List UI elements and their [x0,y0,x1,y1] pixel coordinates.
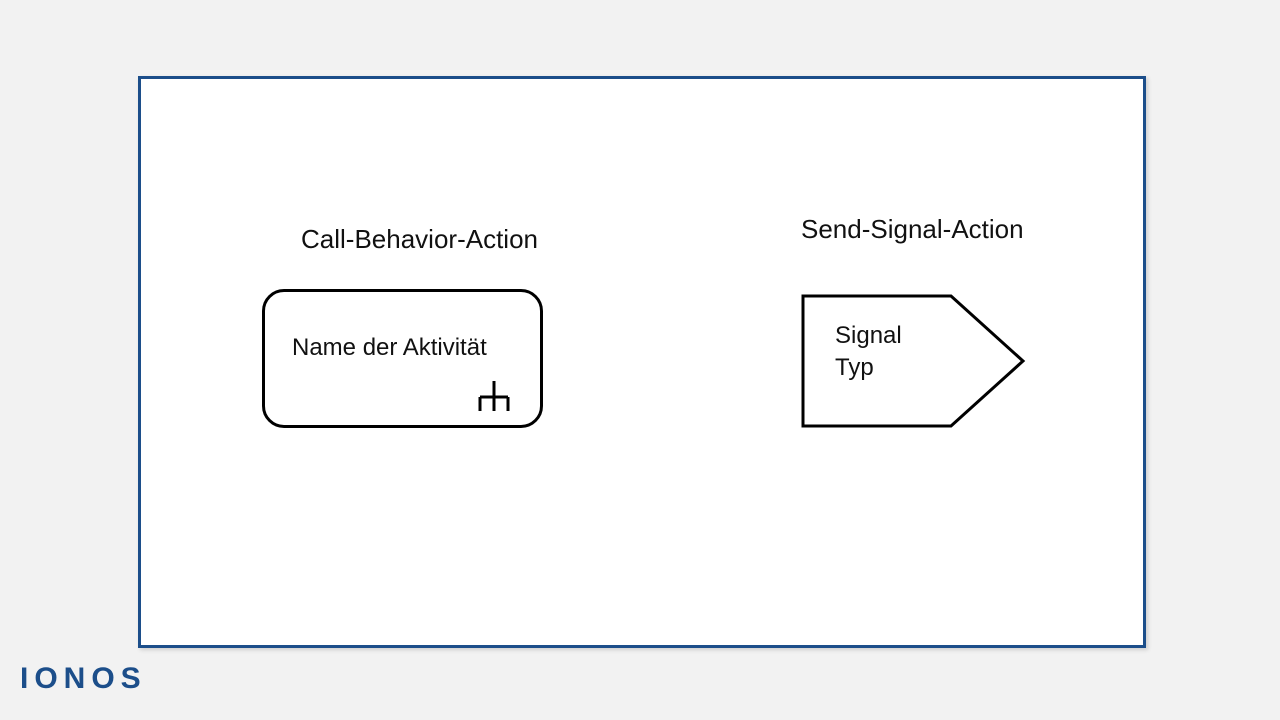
brand-logo: IONOS [20,662,147,696]
signal-label: Signal Typ [835,320,902,385]
rake-icon [476,381,512,413]
signal-line1: Signal [835,322,902,349]
send-signal-action-node: Signal Typ [801,294,1026,428]
activity-name-label: Name der Aktivität [292,334,487,362]
call-behavior-title: Call-Behavior-Action [301,224,538,255]
signal-line2: Typ [835,354,874,381]
send-signal-title: Send-Signal-Action [801,214,1024,245]
diagram-frame: Call-Behavior-Action Send-Signal-Action … [138,76,1146,648]
call-behavior-action-node: Name der Aktivität [262,289,543,428]
